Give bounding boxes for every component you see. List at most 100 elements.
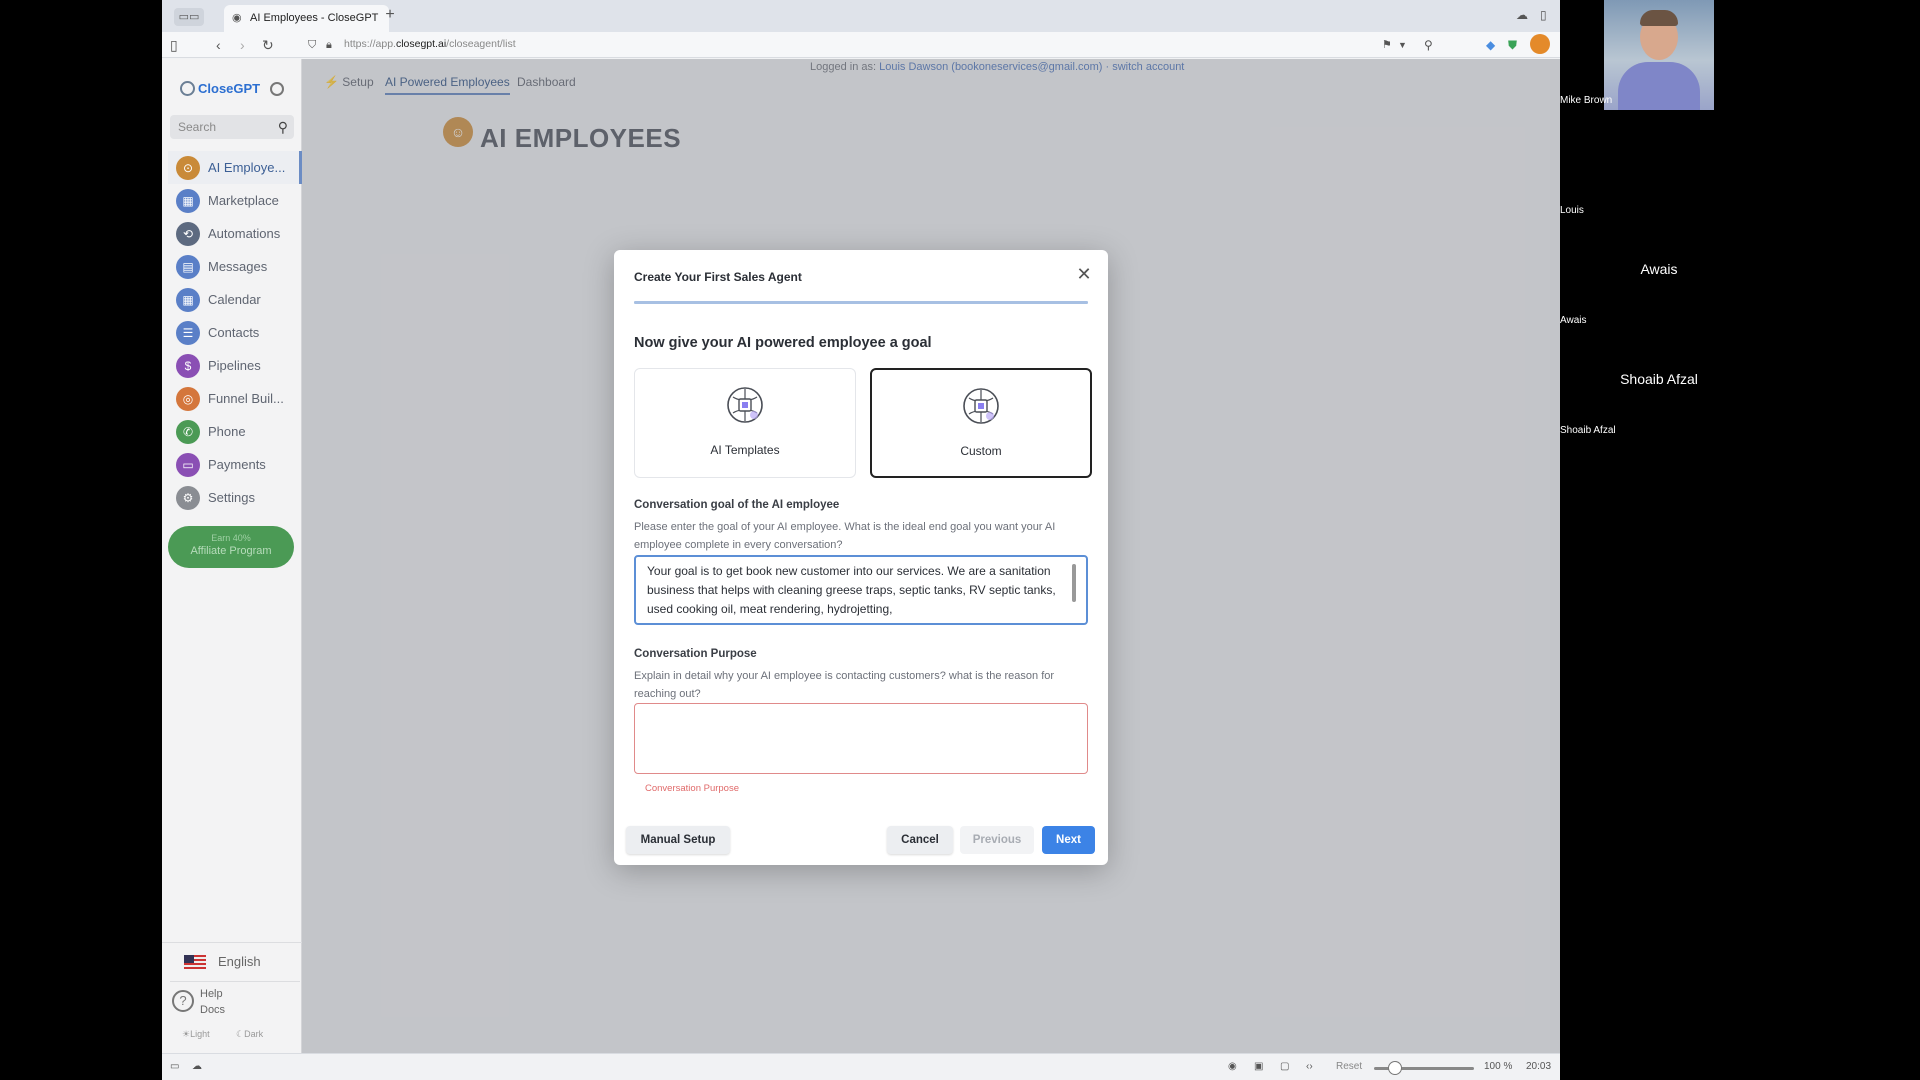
- chevron-down-icon[interactable]: ▼: [1398, 36, 1407, 54]
- next-button[interactable]: Next: [1042, 826, 1095, 854]
- sidebar-item-label: Pipelines: [208, 358, 261, 373]
- logo-icon: [180, 81, 195, 96]
- zoom-reset[interactable]: Reset: [1336, 1061, 1362, 1072]
- participant-hair: [1640, 10, 1678, 26]
- sidebar-toggle-icon[interactable]: ▯: [170, 36, 178, 54]
- light-theme-toggle[interactable]: ☀Light: [182, 1029, 210, 1040]
- code-icon[interactable]: ‹›: [1306, 1061, 1313, 1072]
- sidebar-item-ai-employe[interactable]: ⊙ AI Employe...: [168, 151, 302, 184]
- sidebar-menu: ⊙ AI Employe... ▦ Marketplace ⟲ Automations ▤ M…: [168, 151, 302, 514]
- sidebar-item-label: Automations: [208, 226, 281, 241]
- sidebar-item-payments[interactable]: ▭ Payments: [168, 448, 302, 481]
- step-heading: Now give your AI powered employee a goal: [634, 335, 932, 351]
- participant-name: Mike Brown: [1560, 95, 1613, 106]
- help-docs-link[interactable]: ? Help Docs: [170, 981, 300, 1021]
- participant-tile-louis[interactable]: Louis: [1560, 110, 1758, 220]
- goal-textarea[interactable]: Your goal is to get book new customer in…: [634, 555, 1088, 625]
- sidebar-item-label: Calendar: [208, 292, 261, 307]
- affiliate-program-button[interactable]: Earn 40% Affiliate Program: [168, 526, 294, 568]
- sidebar-item-phone[interactable]: ✆ Phone: [168, 415, 302, 448]
- participant-tile-awais[interactable]: Awais Awais: [1560, 220, 1758, 330]
- cloud-sync-icon[interactable]: ☁: [192, 1061, 202, 1072]
- lock-icon: 🔒︎: [326, 39, 332, 51]
- robot-icon: ⊙: [176, 156, 200, 180]
- sidebar-item-label: Contacts: [208, 325, 260, 340]
- brain-chip-icon: [727, 387, 763, 423]
- adblock-icon[interactable]: ⛊: [1508, 36, 1517, 54]
- tab-overview-icon[interactable]: ▭▭: [174, 8, 204, 26]
- collapse-icon[interactable]: [270, 82, 284, 96]
- language-selector[interactable]: English: [162, 942, 302, 980]
- modal-title: Create Your First Sales Agent: [634, 270, 802, 284]
- bookmark-icon[interactable]: ⚑: [1382, 36, 1392, 54]
- reload-icon[interactable]: ↻: [262, 36, 274, 54]
- previous-button[interactable]: Previous: [960, 826, 1034, 854]
- affiliate-label: Affiliate Program: [190, 545, 272, 557]
- extension-icon[interactable]: ◆: [1486, 36, 1495, 54]
- dark-theme-toggle[interactable]: ☾Dark: [236, 1029, 263, 1040]
- funnel-icon: ◎: [176, 387, 200, 411]
- profile-avatar-icon[interactable]: [1530, 34, 1550, 54]
- image-icon[interactable]: ▣: [1254, 1061, 1263, 1072]
- screenshot-icon[interactable]: ◉: [1228, 1061, 1237, 1072]
- option-ai-templates[interactable]: AI Templates: [634, 368, 856, 478]
- new-tab-icon[interactable]: +: [380, 6, 400, 24]
- sidebar-search-input[interactable]: Search ⚲: [170, 115, 294, 139]
- docs-label: Docs: [200, 1004, 226, 1016]
- browser-status-bar: ▭ ☁ ◉ ▣ ▢ ‹› Reset 100 % 20:03: [162, 1053, 1560, 1080]
- progress-bar: [634, 301, 1088, 304]
- sidebar: CloseGPT Search ⚲ ⊙ AI Employe... ▦ Marketp…: [162, 59, 302, 1053]
- participant-display-name: Shoaib Afzal: [1620, 371, 1698, 387]
- sidebar-item-settings[interactable]: ⚙ Settings: [168, 481, 302, 514]
- participant-name: Louis: [1560, 205, 1584, 216]
- textarea-scrollbar[interactable]: [1072, 564, 1076, 602]
- sidebar-item-calendar[interactable]: ▦ Calendar: [168, 283, 302, 316]
- participant-tile-mike-brown[interactable]: Mike Brown: [1560, 0, 1758, 110]
- back-icon[interactable]: ‹: [216, 36, 221, 54]
- search-icon[interactable]: ⚲: [1424, 36, 1433, 54]
- sidebar-item-messages[interactable]: ▤ Messages: [168, 250, 302, 283]
- panel-icon[interactable]: ▭: [170, 1061, 179, 1072]
- gear-icon: ⚙: [176, 486, 200, 510]
- navigation-bar: ▯ ‹ › ↻ ⛉ 🔒︎ https://app.closegpt.ai/clo…: [162, 32, 1560, 58]
- affiliate-badge: Earn 40%: [211, 533, 251, 543]
- help-label: Help: [200, 988, 223, 1000]
- sidebar-item-label: Funnel Buil...: [208, 391, 284, 406]
- sidebar-item-funnel-buil[interactable]: ◎ Funnel Buil...: [168, 382, 302, 415]
- address-bar[interactable]: https://app.closegpt.ai/closeagent/list: [344, 38, 516, 50]
- us-flag-icon: [184, 955, 206, 969]
- automation-icon: ⟲: [176, 222, 200, 246]
- cloud-icon[interactable]: ☁: [1516, 8, 1528, 22]
- purpose-textarea[interactable]: [634, 703, 1088, 774]
- sidebar-item-contacts[interactable]: ☰ Contacts: [168, 316, 302, 349]
- app-logo[interactable]: CloseGPT: [180, 81, 260, 96]
- zoom-slider-handle[interactable]: [1388, 1061, 1402, 1075]
- forward-icon[interactable]: ›: [240, 36, 245, 54]
- store-icon: ▦: [176, 189, 200, 213]
- sidebar-item-marketplace[interactable]: ▦ Marketplace: [168, 184, 302, 217]
- participant-video: [1604, 0, 1714, 110]
- trash-icon[interactable]: ▯: [1540, 8, 1547, 22]
- browser-tab[interactable]: ◉ AI Employees - CloseGPT: [224, 5, 389, 32]
- tab-title: AI Employees - CloseGPT: [250, 12, 379, 24]
- create-agent-modal: Create Your First Sales Agent ✕ Now give…: [614, 250, 1108, 865]
- sidebar-item-label: Settings: [208, 490, 255, 505]
- participant-body: [1618, 62, 1700, 110]
- search-icon: ⚲: [277, 119, 288, 135]
- close-icon[interactable]: ✕: [1074, 264, 1094, 284]
- sidebar-item-pipelines[interactable]: $ Pipelines: [168, 349, 302, 382]
- option-label: Custom: [960, 444, 1002, 458]
- goal-label: Conversation goal of the AI employee: [634, 499, 840, 511]
- option-custom[interactable]: Custom: [870, 368, 1092, 478]
- sidebar-item-automations[interactable]: ⟲ Automations: [168, 217, 302, 250]
- manual-setup-button[interactable]: Manual Setup: [626, 826, 730, 854]
- zoom-level: 100 %: [1484, 1061, 1513, 1072]
- progress-fill: [634, 301, 1088, 304]
- participant-display-name: Awais: [1640, 261, 1678, 277]
- cancel-button[interactable]: Cancel: [887, 826, 953, 854]
- participant-tile-shoaib-afzal[interactable]: Shoaib Afzal Shoaib Afzal: [1560, 330, 1758, 440]
- tiling-icon[interactable]: ▢: [1280, 1061, 1289, 1072]
- participant-name: Shoaib Afzal: [1560, 425, 1616, 436]
- brain-chip-icon: [963, 388, 999, 424]
- purpose-hint: Explain in detail why your AI employee i…: [634, 670, 1055, 700]
